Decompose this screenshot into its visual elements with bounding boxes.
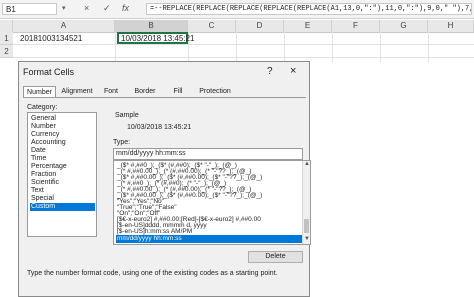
category-item-percentage[interactable]: Percentage [30,163,95,171]
close-icon[interactable]: × [290,65,296,77]
row-header-1[interactable]: 1 [0,32,13,45]
grid-line [115,32,116,62]
category-item-general[interactable]: General [30,115,95,123]
category-item-scientific[interactable]: Scientific [30,179,95,187]
category-item-time[interactable]: Time [30,155,95,163]
format-code-list[interactable]: _($* #,##0_);_($* (#,##0);_($* "-"_);_(@… [113,160,311,245]
grid-line [13,44,474,45]
dialog-title: Format Cells [23,67,75,77]
grid-line [428,32,429,62]
type-input[interactable]: mm/dd/yyyy hh:mm:ss [113,148,303,160]
column-header-f[interactable]: F [332,20,380,32]
grid-line [332,32,333,62]
column-header-b[interactable]: B [115,20,188,32]
grid-line [236,32,237,62]
type-label: Type: [113,139,131,146]
category-item-date[interactable]: Date [30,147,95,155]
enter-icon[interactable]: ✓ [103,3,111,14]
column-header-e[interactable]: E [284,20,332,32]
name-box[interactable]: B1 [2,3,57,15]
cell-a1[interactable]: 20181003134521 [20,34,82,43]
column-header-h[interactable]: H [428,20,474,32]
delete-button[interactable]: Delete [248,251,303,263]
category-list[interactable]: General Number Currency Accounting Date … [27,112,97,237]
scroll-up-icon[interactable]: ▲ [304,161,310,167]
column-header-g[interactable]: G [380,20,428,32]
category-item-currency[interactable]: Currency [30,131,95,139]
column-header-a[interactable]: A [13,20,115,32]
grid-line [284,32,285,62]
cell-b1[interactable]: 10/03/2018 13:45:21 [117,32,194,44]
category-label: Category: [27,104,58,111]
grid-line [380,32,381,62]
category-item-special[interactable]: Special [30,195,95,203]
function-icon[interactable]: fx [122,3,129,13]
select-all-corner[interactable] [0,20,13,32]
tab-divider [23,97,306,98]
category-item-accounting[interactable]: Accounting [30,139,95,147]
help-icon[interactable]: ? [267,66,273,77]
chevron-down-icon[interactable]: ▾ [62,4,66,12]
scroll-down-icon[interactable]: ▼ [304,236,310,242]
category-item-text[interactable]: Text [30,187,95,195]
format-item-selected[interactable]: mm/dd/yyyy hh:mm:ss [116,235,302,243]
sample-value: 10/03/2018 13:45:21 [127,124,192,131]
category-item-custom[interactable]: Custom [30,203,95,211]
category-item-number[interactable]: Number [30,123,95,131]
row-header-2[interactable]: 2 [0,45,13,58]
sample-label: Sample [115,112,139,119]
category-item-fraction[interactable]: Fraction [30,171,95,179]
hint-text: Type the number format code, using one o… [27,270,278,277]
column-header-c[interactable]: C [188,20,236,32]
scroll-thumb[interactable] [304,219,309,233]
grid-line [13,57,474,58]
column-header-d[interactable]: D [236,20,284,32]
cancel-icon[interactable]: × [84,3,89,13]
format-cells-dialog: Format Cells ? × Number Alignment Font B… [18,61,311,297]
formula-input[interactable]: =--REPLACE(REPLACE(REPLACE(REPLACE(REPLA… [146,3,472,15]
